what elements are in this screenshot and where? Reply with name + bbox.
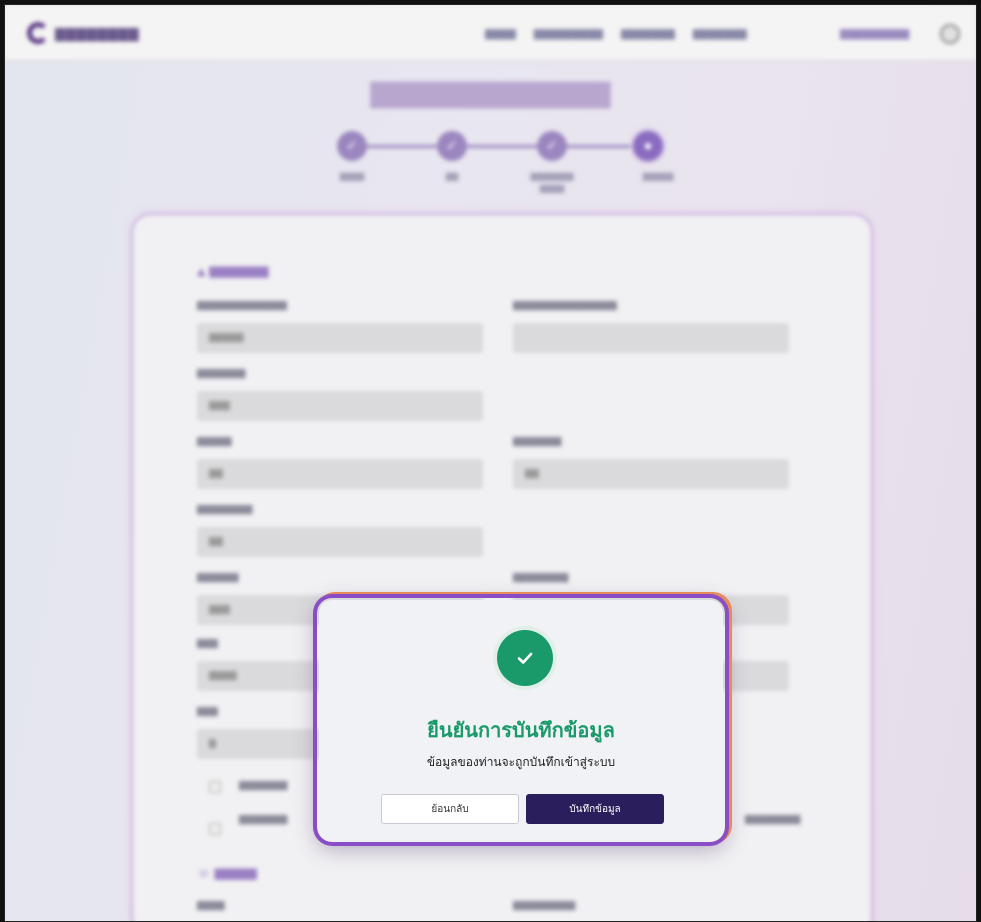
step-connector: [365, 145, 445, 148]
step-label: ▇▇: [445, 172, 459, 181]
main-nav: ▇▇▇▇ ▇▇▇▇▇▇▇▇▇ ▇▇▇▇▇▇▇ ▇▇▇▇▇▇▇: [485, 29, 747, 40]
nav-item[interactable]: ▇▇▇▇: [485, 29, 516, 40]
field-label: ▇▇▇▇▇▇▇: [197, 369, 246, 379]
last-name-th-input[interactable]: ▇▇: [513, 459, 789, 489]
step-2-check-icon: ✓: [437, 131, 467, 161]
page-title: ▇▇▇▇▇▇▇▇▇▇▇▇: [370, 79, 611, 109]
policy-checkbox[interactable]: [209, 823, 221, 835]
field-label: ▇▇▇▇▇: [197, 437, 232, 447]
back-button[interactable]: ย้อนกลับ: [381, 794, 519, 824]
app-window: ▇▇▇▇▇▇▇▇ ▇▇▇▇ ▇▇▇▇▇▇▇▇▇ ▇▇▇▇▇▇▇ ▇▇▇▇▇▇▇ …: [4, 4, 977, 922]
step-label: ▇▇▇▇▇▇▇ ▇▇▇▇: [530, 172, 574, 193]
logo-mark-icon[interactable]: [27, 22, 49, 44]
step-label: ▇▇▇▇: [339, 172, 365, 181]
step-label: ▇▇▇▇▇: [642, 172, 674, 181]
field-label: ▇▇▇▇▇▇▇▇: [197, 505, 253, 515]
field-label: ▇▇▇▇▇▇▇▇▇▇▇▇▇▇▇: [513, 301, 617, 311]
confirm-save-dialog: ยืนยันการบันทึกข้อมูล ข้อมูลของท่านจะถูก…: [316, 597, 726, 843]
laser-code-input[interactable]: [513, 323, 789, 353]
consent-text: ▇▇▇▇▇▇▇: [239, 781, 288, 791]
field-label: ▇▇▇▇▇▇▇: [513, 437, 562, 447]
nav-item[interactable]: ▇▇▇▇▇▇▇▇▇: [534, 29, 603, 40]
dialog-title: ยืนยันการบันทึกข้อมูล: [427, 718, 615, 742]
field-label: ▇▇▇▇: [197, 901, 225, 911]
field-label: ▇▇▇▇▇▇▇▇▇▇▇▇▇: [197, 301, 287, 311]
section-title-personal: ▲ ▇▇▇▇▇▇▇: [197, 265, 269, 278]
step-1-check-icon: ✓: [337, 131, 367, 161]
field-label: ▇▇▇▇▇▇: [197, 573, 239, 583]
field-label: ▇▇▇: [197, 639, 218, 649]
registration-stepper: ✓ ✓ ✓ ▪ ▇▇▇▇ ▇▇ ▇▇▇▇▇▇▇ ▇▇▇▇ ▇▇▇▇▇: [5, 125, 976, 205]
nav-item[interactable]: ▇▇▇▇▇▇▇: [693, 29, 747, 40]
check-icon: [517, 652, 533, 664]
save-button[interactable]: บันทึกข้อมูล: [526, 794, 664, 824]
nav-item[interactable]: ▇▇▇▇▇▇▇: [621, 29, 675, 40]
top-navbar: ▇▇▇▇▇▇▇▇ ▇▇▇▇ ▇▇▇▇▇▇▇▇▇ ▇▇▇▇▇▇▇ ▇▇▇▇▇▇▇ …: [5, 5, 976, 61]
dialog-message: ข้อมูลของท่านจะถูกบันทึกเข้าสู่ระบบ: [426, 755, 616, 769]
prefix-th-select[interactable]: ▇▇▇: [197, 391, 483, 421]
prefix-en-select[interactable]: ▇▇: [197, 527, 483, 557]
section-title-address: ☏ ▇▇▇▇▇: [197, 867, 257, 880]
check-circle-icon: [497, 630, 553, 686]
id-card-input[interactable]: ▇▇▇▇▇: [197, 323, 483, 353]
field-label: ▇▇▇: [197, 707, 218, 717]
consent-checkbox[interactable]: [209, 781, 221, 793]
step-4-current: ▪: [633, 131, 663, 161]
policy-text-tail: ▇▇▇▇▇▇▇▇: [745, 815, 801, 825]
user-avatar-icon[interactable]: [940, 24, 960, 44]
first-name-th-input[interactable]: ▇▇: [197, 459, 483, 489]
field-label: ▇▇▇▇▇▇▇▇: [513, 573, 569, 583]
policy-text: ▇▇▇▇▇▇▇: [239, 815, 288, 825]
user-name[interactable]: ▇▇▇▇▇▇▇▇▇: [840, 29, 909, 40]
logo[interactable]: ▇▇▇▇▇▇▇▇: [55, 27, 139, 42]
step-3-check-icon: ✓: [537, 131, 567, 161]
step-connector: [465, 145, 545, 148]
field-label: ▇▇▇▇▇▇▇▇▇: [513, 901, 576, 911]
